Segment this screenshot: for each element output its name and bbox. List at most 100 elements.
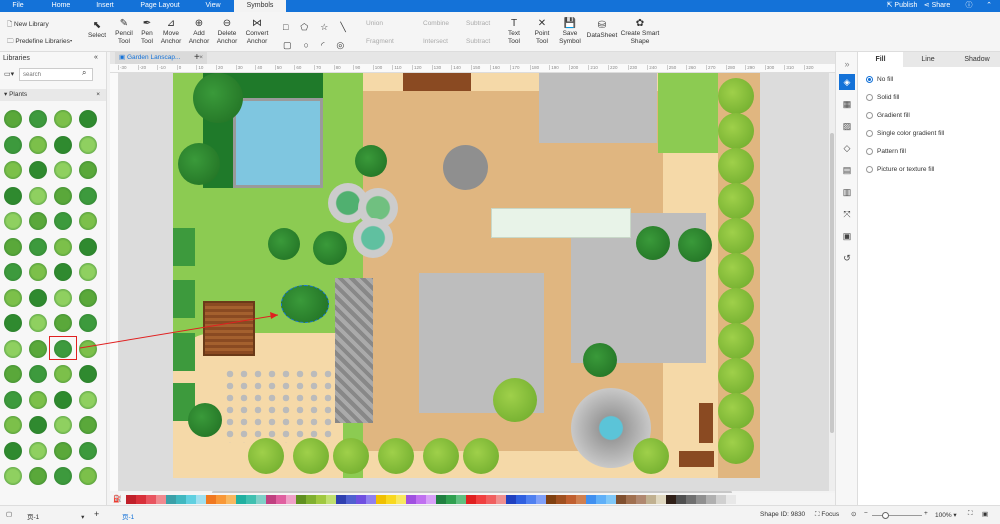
color-swatch[interactable] [486,494,496,504]
plant-symbol[interactable] [29,110,47,128]
page-icon[interactable]: ▤ [839,162,855,178]
color-swatch[interactable] [136,494,146,504]
plant-symbol[interactable] [4,365,22,383]
convert-anchor-tool[interactable]: ⋈ Convert Anchor [243,18,271,46]
plant-symbol[interactable] [54,237,72,256]
radio[interactable] [866,76,873,83]
plant-symbol[interactable] [4,441,22,460]
fill-icon[interactable]: ◈ [839,74,855,90]
color-swatch[interactable] [506,494,516,504]
fill-option-no-fill[interactable]: No fill [866,76,893,83]
fill-option-picture[interactable]: Picture or texture fill [866,166,934,173]
color-swatch[interactable] [626,494,636,504]
collapse-panel-icon[interactable]: « [94,54,98,61]
plant-symbol[interactable] [4,467,22,485]
plant-symbol[interactable] [54,161,72,179]
color-swatch[interactable] [366,494,376,504]
color-swatch[interactable] [186,494,196,504]
fill-option-pattern[interactable]: Pattern fill [866,148,906,155]
collapse-ribbon-icon[interactable]: ⌃ [984,0,994,12]
color-swatch[interactable] [296,494,306,504]
plant-symbol[interactable] [29,186,47,205]
color-swatch[interactable] [396,494,406,504]
grid-icon[interactable]: ▦ [839,96,855,112]
fill-bucket-icon[interactable]: ⛽ [113,495,123,503]
pen-tool[interactable]: ✒ Pen Tool [137,18,157,46]
plant-symbol[interactable] [29,314,47,332]
color-swatch[interactable] [726,494,736,504]
share-button[interactable]: ⋖ Share [922,0,952,12]
tab-shadow[interactable]: Shadow [953,52,1000,67]
shape-tools[interactable]: □⬠☆╲ ▢○◜◎ [283,18,358,54]
add-tab-button[interactable]: + [194,52,200,64]
color-swatch[interactable] [126,494,136,504]
color-swatch[interactable] [576,494,586,504]
plant-symbol[interactable] [54,390,72,409]
zoom-level[interactable]: 100% ▾ [935,511,957,519]
color-swatch[interactable] [536,494,546,504]
fill-option-single-gradient[interactable]: Single color gradient fill [866,130,944,137]
expand-panel-icon[interactable]: » [839,56,855,72]
color-swatch[interactable] [636,494,646,504]
plant-symbol[interactable] [4,161,22,179]
plant-symbol[interactable] [4,390,22,409]
plant-symbol[interactable] [79,263,97,281]
plant-symbol[interactable] [79,135,97,154]
plant-symbol[interactable] [29,237,47,256]
color-swatch[interactable] [166,494,176,504]
plant-symbol[interactable] [4,212,22,230]
radio[interactable] [866,130,873,137]
fit-icon[interactable]: ⤧ [839,206,855,222]
color-swatch[interactable] [196,494,206,504]
color-swatch[interactable] [496,494,506,504]
color-swatch[interactable] [526,494,536,504]
plant-symbol[interactable] [54,314,72,332]
menu-symbols[interactable]: Symbols [234,0,286,12]
color-swatch[interactable] [646,494,656,504]
plant-symbol[interactable] [4,237,22,256]
plant-symbol[interactable] [29,135,47,154]
color-swatch[interactable] [306,494,316,504]
plants-category-header[interactable]: ▾ Plants × [0,89,106,101]
radio[interactable] [866,148,873,155]
garden-drawing-page[interactable] [173,73,760,478]
tab-fill[interactable]: Fill [858,52,903,67]
color-swatch[interactable] [336,494,346,504]
radio[interactable] [866,112,873,119]
plant-symbol[interactable] [4,135,22,154]
color-swatch[interactable] [706,494,716,504]
color-swatch[interactable] [276,494,286,504]
plant-symbol[interactable] [29,416,47,434]
color-swatch[interactable] [316,494,326,504]
color-swatch[interactable] [616,494,626,504]
play-icon[interactable]: ⊙ [851,510,856,518]
add-page-button[interactable]: + [94,509,99,519]
create-smart-shape-button[interactable]: ✿ Create Smart Shape [620,18,660,46]
plant-symbol[interactable] [79,212,97,230]
focus-button[interactable]: ⛶ Focus [815,511,839,519]
color-swatch[interactable] [556,494,566,504]
color-swatch[interactable] [286,494,296,504]
plant-symbol[interactable] [79,314,97,332]
tab-line[interactable]: Line [903,52,953,67]
plant-symbol[interactable] [54,288,72,307]
plant-symbol[interactable] [29,390,47,409]
plant-symbol[interactable] [29,467,47,485]
plant-symbol[interactable] [4,314,22,332]
intersect-button[interactable]: Intersect [423,38,448,45]
plant-symbol[interactable] [79,467,97,485]
page-selector[interactable]: 页-1 ▾ [27,511,84,521]
add-anchor-tool[interactable]: ⊕ Add Anchor [187,18,211,46]
color-swatch[interactable] [346,494,356,504]
plant-symbol[interactable] [54,441,72,460]
plant-symbol[interactable] [29,339,47,358]
selected-plant-shape[interactable] [281,285,329,323]
pencil-tool[interactable]: ✎ Pencil Tool [113,18,135,46]
plant-symbol[interactable] [79,390,97,409]
menu-page-layout[interactable]: Page Layout [135,0,185,12]
plant-symbol[interactable] [4,186,22,205]
color-swatch[interactable] [446,494,456,504]
plant-symbol[interactable] [29,288,47,307]
color-swatch[interactable] [426,494,436,504]
color-swatch[interactable] [266,494,276,504]
